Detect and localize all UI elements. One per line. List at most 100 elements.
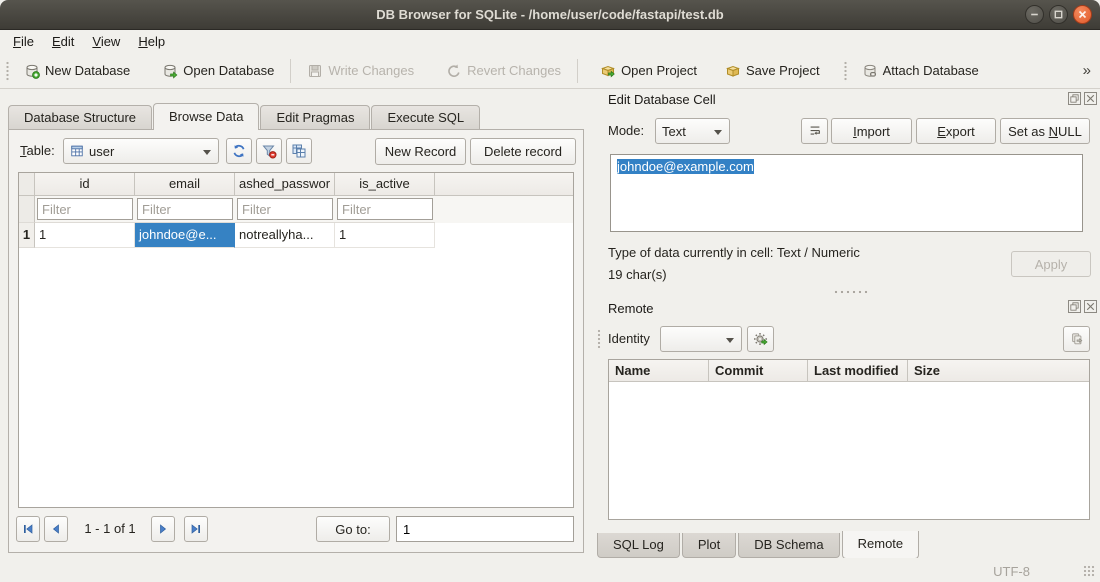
write-changes-button[interactable]: Write Changes [298,58,423,84]
mode-select[interactable]: Text [655,118,730,144]
remote-file-table: Name Commit Last modified Size [608,359,1090,520]
tab-execute-sql[interactable]: Execute SQL [371,105,480,129]
revert-changes-button[interactable]: Revert Changes [437,58,570,84]
remote-column-size[interactable]: Size [908,360,1089,381]
toolbar-overflow-button[interactable]: » [1083,62,1091,79]
grid-corner[interactable] [19,173,35,196]
next-page-button[interactable] [151,516,175,542]
refresh-button[interactable] [226,138,252,164]
new-database-button[interactable]: New Database [15,58,139,84]
dock-float-button[interactable] [1068,92,1081,105]
chevron-down-icon [726,338,734,347]
tab-database-structure[interactable]: Database Structure [8,105,152,129]
dock-tab-bar: SQL Log Plot DB Schema Remote [597,531,921,559]
import-button[interactable]: Import [831,118,912,144]
minimize-button[interactable] [1025,5,1044,24]
new-database-icon [24,63,40,79]
remote-column-commit[interactable]: Commit [709,360,808,381]
gear-icon [753,331,769,347]
cell-hashed-password[interactable]: notreallyha... [235,223,335,248]
delete-record-button[interactable]: Delete record [470,138,576,165]
cell-email-selected[interactable]: johndoe@e... [135,223,235,248]
row-header[interactable]: 1 [19,223,35,248]
filter-input-hashed-password[interactable] [237,198,333,220]
close-icon [1078,10,1087,19]
minimize-icon [1030,10,1039,19]
remote-column-last-modified[interactable]: Last modified [808,360,908,381]
record-range-label: 1 - 1 of 1 [73,516,147,542]
dock-close-button[interactable] [1084,300,1097,313]
table-row: 1 1 johndoe@e... notreallyha... 1 [19,223,573,248]
column-header-email[interactable]: email [135,173,235,196]
apply-button[interactable]: Apply [1011,251,1091,277]
titlebar[interactable]: DB Browser for SQLite - /home/user/code/… [0,0,1100,30]
attach-database-label: Attach Database [883,63,979,78]
save-project-icon [725,63,741,79]
clone-files-icon [1070,332,1084,346]
identity-settings-button[interactable] [747,326,774,352]
tab-sql-log[interactable]: SQL Log [597,533,680,558]
attach-database-icon [862,63,878,79]
remote-toolbar-handle[interactable] [597,329,601,350]
toolbar-drag-handle[interactable] [843,60,848,82]
tab-browse-data[interactable]: Browse Data [153,103,259,130]
close-button[interactable] [1073,5,1092,24]
grid-filter-corner [19,196,35,223]
table-select[interactable]: user [63,138,219,164]
menu-file[interactable]: File [4,30,43,53]
tab-edit-pragmas[interactable]: Edit Pragmas [260,105,370,129]
filter-input-is-active[interactable] [337,198,433,220]
open-project-button[interactable]: Open Project [591,58,706,84]
save-table-button[interactable] [286,138,312,164]
cell-is-active[interactable]: 1 [335,223,435,248]
filter-input-id[interactable] [37,198,133,220]
edit-cell-dock-title: Edit Database Cell [608,92,716,107]
first-page-button[interactable] [16,516,40,542]
dock-float-button[interactable] [1068,300,1081,313]
table-select-value: user [89,144,114,159]
tab-remote[interactable]: Remote [842,531,920,559]
tab-db-schema[interactable]: DB Schema [738,533,839,558]
goto-button[interactable]: Go to: [316,516,390,542]
set-as-null-button[interactable]: Set as NULL [1000,118,1090,144]
new-database-label: New Database [45,63,130,78]
export-button[interactable]: Export [916,118,996,144]
menu-view[interactable]: View [83,30,129,53]
maximize-button[interactable] [1049,5,1068,24]
mode-label: Mode: [608,118,644,144]
remote-dock-title: Remote [608,301,654,316]
menubar: File Edit View Help [0,30,1100,53]
cell-editor[interactable]: johndoe@example.com [610,154,1083,232]
remote-column-name[interactable]: Name [609,360,709,381]
filter-input-email[interactable] [137,198,233,220]
clear-filter-icon [261,143,277,159]
statusbar: UTF-8 [0,558,1100,582]
menu-edit[interactable]: Edit [43,30,83,53]
word-wrap-button[interactable] [801,118,828,144]
column-header-id[interactable]: id [35,173,135,196]
resize-grip[interactable] [1083,565,1095,577]
dock-close-button[interactable] [1084,92,1097,105]
chevron-down-icon [714,130,722,139]
save-project-button[interactable]: Save Project [716,58,829,84]
column-header-is-active[interactable]: is_active [335,173,435,196]
dock-splitter-handle[interactable] [833,290,869,294]
identity-select[interactable] [660,326,742,352]
clone-database-button[interactable] [1063,326,1090,352]
column-header-hashed-password[interactable]: ashed_passwor [235,173,335,196]
open-database-button[interactable]: Open Database [153,58,283,84]
new-record-button[interactable]: New Record [375,138,466,165]
toolbar-drag-handle[interactable] [5,60,10,82]
last-page-icon [190,523,202,535]
toolbar-separator [577,59,578,83]
tab-plot[interactable]: Plot [682,533,736,558]
attach-database-button[interactable]: Attach Database [853,58,988,84]
previous-page-button[interactable] [44,516,68,542]
menu-help[interactable]: Help [129,30,174,53]
goto-input[interactable] [396,516,574,542]
dock-close-icon [1086,94,1095,103]
clear-filters-button[interactable] [256,138,282,164]
window-controls [1025,5,1092,24]
cell-id[interactable]: 1 [35,223,135,248]
last-page-button[interactable] [184,516,208,542]
